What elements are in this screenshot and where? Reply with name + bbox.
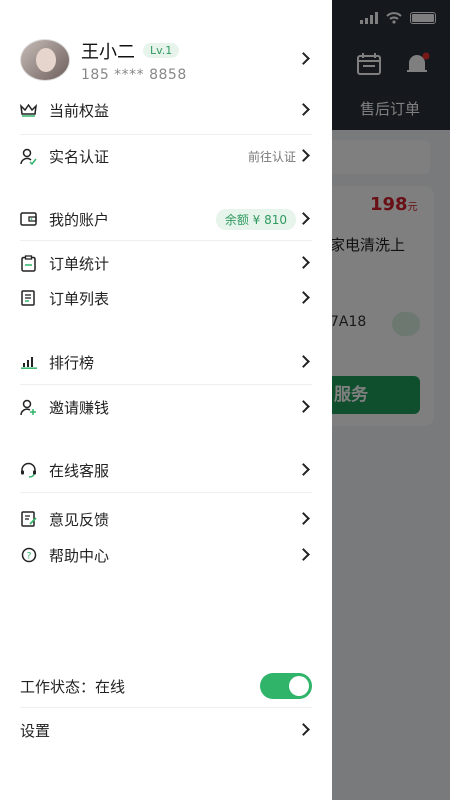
chevron-right-icon bbox=[297, 212, 310, 225]
work-status-toggle[interactable] bbox=[260, 673, 312, 699]
menu-item-account[interactable]: 我的账户 余额 ¥ 810 bbox=[20, 201, 312, 237]
divider bbox=[20, 707, 312, 708]
level-badge: Lv.1 bbox=[143, 43, 180, 58]
balance-badge: 余额 ¥ 810 bbox=[215, 208, 296, 230]
menu-item-service[interactable]: 在线客服 bbox=[20, 452, 312, 488]
user-check-icon bbox=[20, 148, 37, 165]
svg-text:?: ? bbox=[26, 552, 31, 562]
work-status-label: 工作状态：在线 bbox=[20, 677, 126, 696]
crown-icon bbox=[20, 102, 37, 119]
edit-note-icon bbox=[20, 511, 37, 528]
menu-item-verify[interactable]: 实名认证 前往认证 bbox=[20, 138, 312, 174]
menu-item-invite[interactable]: 邀请赚钱 bbox=[20, 389, 312, 425]
menu-item-order-list[interactable]: 订单列表 bbox=[20, 280, 312, 316]
user-phone: 185 **** 8858 bbox=[81, 66, 187, 83]
wallet-icon bbox=[20, 211, 37, 228]
user-name: 王小二 bbox=[81, 41, 135, 63]
divider bbox=[20, 492, 312, 493]
divider bbox=[20, 384, 312, 385]
profile-header[interactable]: 王小二 Lv.1 185 **** 8858 bbox=[20, 38, 312, 83]
toggle-knob bbox=[289, 676, 309, 696]
bar-chart-icon bbox=[20, 354, 37, 371]
side-drawer: 王小二 Lv.1 185 **** 8858 当前权益 实名认证 前往认证 我的… bbox=[0, 0, 332, 800]
menu-item-ranking[interactable]: 排行榜 bbox=[20, 344, 312, 380]
menu-item-benefits[interactable]: 当前权益 bbox=[20, 92, 312, 128]
user-add-icon bbox=[20, 399, 37, 416]
help-circle-icon: ? bbox=[20, 547, 37, 564]
divider bbox=[20, 240, 312, 241]
menu-item-order-stats[interactable]: 订单统计 bbox=[20, 245, 312, 281]
menu-item-help[interactable]: ? 帮助中心 bbox=[20, 537, 312, 573]
headset-icon bbox=[20, 462, 37, 479]
list-icon bbox=[20, 290, 37, 307]
menu-item-settings[interactable]: 设置 bbox=[20, 712, 312, 748]
avatar bbox=[20, 39, 70, 81]
divider bbox=[20, 134, 312, 135]
clipboard-icon bbox=[20, 254, 37, 272]
menu-item-feedback[interactable]: 意见反馈 bbox=[20, 501, 312, 537]
chevron-right-icon bbox=[297, 149, 310, 162]
verify-hint: 前往认证 bbox=[247, 149, 296, 164]
work-status-row: 工作状态：在线 bbox=[20, 668, 312, 704]
